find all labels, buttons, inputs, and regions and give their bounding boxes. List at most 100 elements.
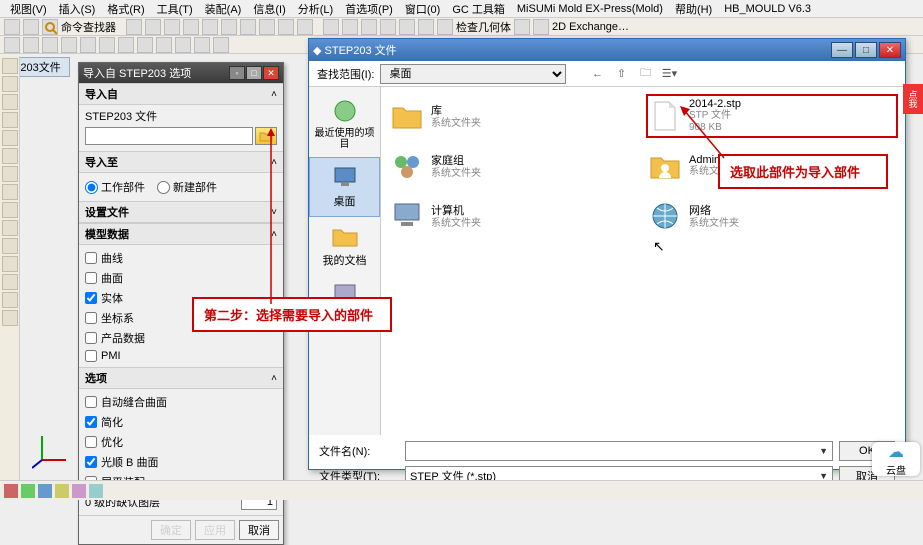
tb-icon[interactable]: [80, 37, 96, 53]
tb-icon[interactable]: [145, 19, 161, 35]
tb-icon[interactable]: [61, 37, 77, 53]
btb-icon[interactable]: [259, 484, 273, 498]
vtb-icon[interactable]: [2, 112, 18, 128]
tb-icon[interactable]: [323, 19, 339, 35]
btb-icon[interactable]: [225, 484, 239, 498]
section-model-data[interactable]: 模型数据˄: [79, 223, 283, 245]
maximize-icon[interactable]: □: [246, 66, 262, 80]
module-label[interactable]: 2D Exchange…: [552, 21, 629, 33]
menu-insert[interactable]: 插入(S): [53, 1, 102, 17]
menu-view[interactable]: 视图(V): [4, 1, 53, 17]
tb-icon[interactable]: [361, 19, 377, 35]
back-icon[interactable]: ←: [588, 65, 606, 83]
btb-icon[interactable]: [123, 484, 137, 498]
tb-icon[interactable]: [4, 19, 20, 35]
menu-tools[interactable]: 工具(T): [151, 1, 199, 17]
btb-icon[interactable]: [157, 484, 171, 498]
maximize-icon[interactable]: □: [855, 42, 877, 58]
vtb-icon[interactable]: [2, 94, 18, 110]
cmd-finder-label[interactable]: 命令查找器: [61, 19, 116, 35]
tb-icon[interactable]: [221, 19, 237, 35]
menu-hbmould[interactable]: HB_MOULD V6.3: [718, 3, 817, 15]
menu-assembly[interactable]: 装配(A): [199, 1, 248, 17]
new-folder-icon[interactable]: 🗀: [636, 65, 654, 83]
file-list[interactable]: 库系统文件夹2014-2.stpSTP 文件908 KB家庭组系统文件夹Admi…: [381, 87, 905, 435]
cb-bsurface[interactable]: [85, 456, 97, 468]
vtb-icon[interactable]: [2, 130, 18, 146]
cancel-button[interactable]: 取消: [239, 520, 279, 540]
tb-icon[interactable]: [278, 19, 294, 35]
side-promo-tag[interactable]: 点我: [903, 84, 923, 114]
btb-icon[interactable]: [276, 484, 290, 498]
file-item-网络[interactable]: 网络系统文件夹: [647, 195, 897, 237]
tb-icon[interactable]: [259, 19, 275, 35]
tb-icon[interactable]: [118, 37, 134, 53]
geom-check-label[interactable]: 检查几何体: [456, 19, 511, 35]
dialog-titlebar[interactable]: 导入自 STEP203 选项 ◦ □ ✕: [79, 63, 283, 83]
menu-info[interactable]: 信息(I): [247, 1, 291, 17]
menu-misumi[interactable]: MiSUMi Mold EX-Press(Mold): [511, 3, 669, 15]
sidebar-documents[interactable]: 我的文档: [309, 217, 380, 275]
file-path-input[interactable]: [85, 127, 253, 145]
tb-icon[interactable]: [240, 19, 256, 35]
cb-autosew[interactable]: [85, 396, 97, 408]
minimize-icon[interactable]: —: [831, 42, 853, 58]
lookin-combo[interactable]: 桌面: [380, 64, 566, 84]
view-menu-icon[interactable]: ☰▾: [660, 65, 678, 83]
tb-icon[interactable]: [137, 37, 153, 53]
btb-icon[interactable]: [361, 484, 375, 498]
vtb-icon[interactable]: [2, 58, 18, 74]
btb-icon[interactable]: [174, 484, 188, 498]
apply-button[interactable]: 应用: [195, 520, 235, 540]
btb-icon[interactable]: [55, 484, 69, 498]
tb-icon[interactable]: [194, 37, 210, 53]
vtb-icon[interactable]: [2, 238, 18, 254]
tb-icon[interactable]: [23, 19, 39, 35]
file-item-库[interactable]: 库系统文件夹: [389, 95, 639, 137]
file-item-家庭组[interactable]: 家庭组系统文件夹: [389, 145, 639, 187]
btb-icon[interactable]: [21, 484, 35, 498]
pin-icon[interactable]: ◦: [229, 66, 245, 80]
btb-icon[interactable]: [89, 484, 103, 498]
cb-product-data[interactable]: [85, 332, 97, 344]
tb-icon[interactable]: [533, 19, 549, 35]
menu-analysis[interactable]: 分析(L): [292, 1, 339, 17]
btb-icon[interactable]: [242, 484, 256, 498]
tb-icon[interactable]: [202, 19, 218, 35]
tb-icon[interactable]: [183, 19, 199, 35]
vtb-icon[interactable]: [2, 76, 18, 92]
btb-icon[interactable]: [140, 484, 154, 498]
vtb-icon[interactable]: [2, 166, 18, 182]
sidebar-recent[interactable]: 最近使用的项目: [309, 93, 380, 157]
tb-icon[interactable]: [342, 19, 358, 35]
tb-icon[interactable]: [4, 37, 20, 53]
file-dialog-titlebar[interactable]: ◆ STEP203 文件 — □ ✕: [309, 39, 905, 61]
menu-format[interactable]: 格式(R): [101, 1, 150, 17]
section-settings[interactable]: 设置文件˅: [79, 201, 283, 223]
up-icon[interactable]: ⇧: [612, 65, 630, 83]
cb-simplify[interactable]: [85, 416, 97, 428]
vtb-icon[interactable]: [2, 184, 18, 200]
btb-icon[interactable]: [72, 484, 86, 498]
section-import-to[interactable]: 导入至˄: [79, 151, 283, 173]
menu-window[interactable]: 窗口(0): [399, 1, 446, 17]
tb-icon[interactable]: [126, 19, 142, 35]
vtb-icon[interactable]: [2, 292, 18, 308]
cb-solid[interactable]: [85, 292, 97, 304]
tb-icon[interactable]: [437, 19, 453, 35]
vtb-icon[interactable]: [2, 256, 18, 272]
cb-cs[interactable]: [85, 312, 97, 324]
section-import-from[interactable]: 导入自˄: [79, 83, 283, 105]
cloud-badge[interactable]: ☁云盘: [872, 442, 920, 476]
menu-prefs[interactable]: 首选项(P): [339, 1, 399, 17]
cb-curve[interactable]: [85, 252, 97, 264]
cb-optimize[interactable]: [85, 436, 97, 448]
btb-icon[interactable]: [344, 484, 358, 498]
section-options[interactable]: 选项˄: [79, 367, 283, 389]
vtb-icon[interactable]: [2, 202, 18, 218]
tb-icon[interactable]: [175, 37, 191, 53]
vtb-icon[interactable]: [2, 310, 18, 326]
close-icon[interactable]: ✕: [879, 42, 901, 58]
ok-button[interactable]: 确定: [151, 520, 191, 540]
cb-surface[interactable]: [85, 272, 97, 284]
